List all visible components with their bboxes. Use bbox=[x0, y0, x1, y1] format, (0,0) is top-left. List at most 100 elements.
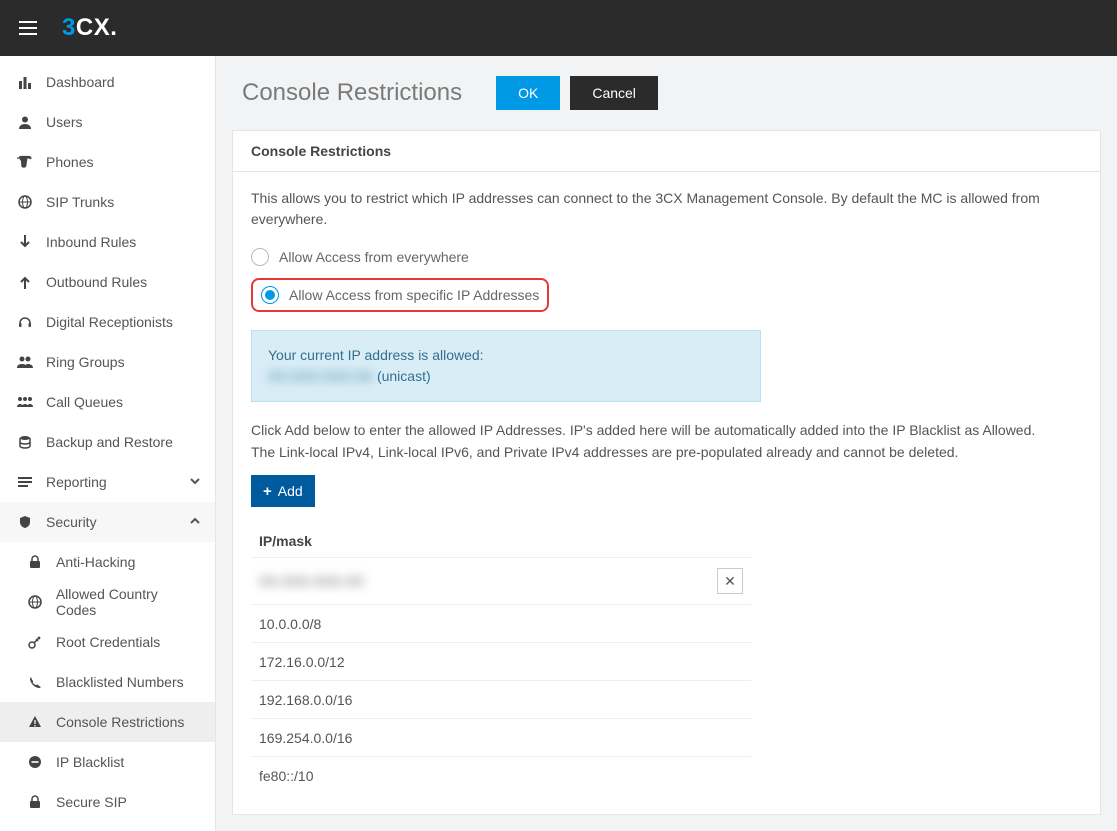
ip-row[interactable]: 169.254.0.0/16 bbox=[251, 718, 751, 756]
current-ip-masked: XX.XXX.XXX.XX bbox=[268, 366, 373, 387]
queue-icon bbox=[14, 395, 36, 409]
sidebar-subitem-secure-sip[interactable]: Secure SIP bbox=[0, 782, 215, 822]
key-icon bbox=[24, 635, 46, 649]
page-title: Console Restrictions bbox=[242, 79, 462, 107]
sidebar-item-sip-trunks[interactable]: SIP Trunks bbox=[0, 182, 215, 222]
sidebar-item-ring-groups[interactable]: Ring Groups bbox=[0, 342, 215, 382]
ip-value: XX.XXX.XXX.XX bbox=[259, 573, 364, 589]
warning-icon bbox=[24, 715, 46, 729]
sidebar-item-label: Call Queues bbox=[46, 394, 123, 410]
sidebar-item-label: Secure SIP bbox=[56, 794, 127, 810]
radio-allow-everywhere[interactable]: Allow Access from everywhere bbox=[251, 248, 1082, 266]
sidebar-item-label: Outbound Rules bbox=[46, 274, 147, 290]
sidebar-subitem-console-restrictions[interactable]: Console Restrictions bbox=[0, 702, 215, 742]
radio-allow-specific[interactable]: Allow Access from specific IP Addresses bbox=[261, 286, 539, 304]
current-ip-info: Your current IP address is allowed: XX.X… bbox=[251, 330, 761, 402]
radio-label: Allow Access from everywhere bbox=[279, 249, 469, 265]
sidebar-item-label: Console Restrictions bbox=[56, 714, 184, 730]
minus-circle-icon bbox=[24, 755, 46, 769]
list-icon bbox=[14, 475, 36, 489]
panel-header: Console Restrictions bbox=[233, 131, 1100, 172]
console-restrictions-panel: Console Restrictions This allows you to … bbox=[232, 130, 1101, 815]
plus-icon: + bbox=[263, 483, 272, 500]
sidebar-item-reporting[interactable]: Reporting bbox=[0, 462, 215, 502]
ok-button[interactable]: OK bbox=[496, 76, 560, 110]
database-icon bbox=[14, 435, 36, 449]
sidebar-subitem-allowed-country-codes[interactable]: Allowed Country Codes bbox=[0, 582, 215, 622]
instructions: Click Add below to enter the allowed IP … bbox=[251, 420, 1082, 463]
arrow-down-icon bbox=[14, 235, 36, 249]
radio-icon bbox=[251, 248, 269, 266]
shield-icon bbox=[14, 515, 36, 529]
sidebar-item-label: Ring Groups bbox=[46, 354, 125, 370]
page-header: Console Restrictions OK Cancel bbox=[216, 56, 1117, 130]
ip-row[interactable]: fe80::/10 bbox=[251, 756, 751, 794]
sidebar-item-label: Phones bbox=[46, 154, 93, 170]
sidebar-item-backup-and-restore[interactable]: Backup and Restore bbox=[0, 422, 215, 462]
add-ip-button[interactable]: + Add bbox=[251, 475, 315, 507]
ip-value: 172.16.0.0/12 bbox=[259, 654, 345, 670]
sidebar-item-digital-receptionists[interactable]: Digital Receptionists bbox=[0, 302, 215, 342]
info-line1: Your current IP address is allowed: bbox=[268, 345, 744, 366]
sidebar-item-label: Root Credentials bbox=[56, 634, 160, 650]
instructions-line-1: Click Add below to enter the allowed IP … bbox=[251, 420, 1082, 442]
sidebar-item-label: SIP Trunks bbox=[46, 194, 114, 210]
ip-row[interactable]: 192.168.0.0/16 bbox=[251, 680, 751, 718]
add-button-label: Add bbox=[278, 483, 303, 499]
sidebar-item-inbound-rules[interactable]: Inbound Rules bbox=[0, 222, 215, 262]
sidebar-item-users[interactable]: Users bbox=[0, 102, 215, 142]
cancel-button[interactable]: Cancel bbox=[570, 76, 658, 110]
lock-icon bbox=[24, 555, 46, 569]
radio-icon bbox=[261, 286, 279, 304]
ip-row[interactable]: 10.0.0.0/8 bbox=[251, 604, 751, 642]
radio-label: Allow Access from specific IP Addresses bbox=[289, 287, 539, 303]
ip-value: 192.168.0.0/16 bbox=[259, 692, 352, 708]
user-icon bbox=[14, 115, 36, 129]
info-line2: XX.XXX.XXX.XX (unicast) bbox=[268, 366, 744, 387]
globe-icon bbox=[14, 195, 36, 209]
sidebar-item-phones[interactable]: Phones bbox=[0, 142, 215, 182]
sidebar-subitem-root-credentials[interactable]: Root Credentials bbox=[0, 622, 215, 662]
ip-table-header: IP/mask bbox=[251, 525, 751, 557]
menu-toggle-button[interactable] bbox=[8, 8, 48, 48]
panel-description: This allows you to restrict which IP add… bbox=[251, 188, 1082, 230]
sidebar-item-label: Backup and Restore bbox=[46, 434, 173, 450]
sidebar-nav: Dashboard Users Phones SIP Trunks Inbound Ru… bbox=[0, 56, 216, 831]
sidebar-item-label: IP Blacklist bbox=[56, 754, 124, 770]
main-content: Console Restrictions OK Cancel Console R… bbox=[216, 56, 1117, 831]
sidebar-item-label: Allowed Country Codes bbox=[56, 586, 201, 618]
phone-small-icon bbox=[24, 676, 46, 688]
ip-value: fe80::/10 bbox=[259, 768, 314, 784]
sidebar-subitem-anti-hacking[interactable]: Anti-Hacking bbox=[0, 542, 215, 582]
headset-icon bbox=[14, 315, 36, 329]
brand-logo: 3CX. bbox=[62, 0, 117, 56]
sidebar-item-label: Users bbox=[46, 114, 83, 130]
panel-body: This allows you to restrict which IP add… bbox=[233, 172, 1100, 814]
logo-3: 3 bbox=[62, 14, 76, 42]
chevron-up-icon bbox=[189, 514, 201, 530]
sidebar-subitem-ip-blacklist[interactable]: IP Blacklist bbox=[0, 742, 215, 782]
sidebar-subitem-blacklisted-numbers[interactable]: Blacklisted Numbers bbox=[0, 662, 215, 702]
ip-row[interactable]: 172.16.0.0/12 bbox=[251, 642, 751, 680]
users-icon bbox=[14, 355, 36, 369]
remove-ip-button[interactable]: ✕ bbox=[717, 568, 743, 594]
radio-allow-specific-highlighted: Allow Access from specific IP Addresses bbox=[251, 278, 549, 312]
info-suffix: (unicast) bbox=[373, 368, 431, 384]
instructions-line-2: The Link-local IPv4, Link-local IPv6, an… bbox=[251, 442, 1082, 464]
sidebar-item-label: Anti-Hacking bbox=[56, 554, 135, 570]
sidebar-item-security[interactable]: Security bbox=[0, 502, 215, 542]
ip-value: 10.0.0.0/8 bbox=[259, 616, 321, 632]
ip-value: 169.254.0.0/16 bbox=[259, 730, 352, 746]
top-bar: 3CX. bbox=[0, 0, 1117, 56]
sidebar-item-label: Dashboard bbox=[46, 74, 115, 90]
sidebar-item-outbound-rules[interactable]: Outbound Rules bbox=[0, 262, 215, 302]
sidebar-item-call-queues[interactable]: Call Queues bbox=[0, 382, 215, 422]
logo-cx: CX bbox=[76, 14, 110, 42]
sidebar-item-dashboard[interactable]: Dashboard bbox=[0, 62, 215, 102]
phone-icon bbox=[14, 155, 36, 169]
ip-row[interactable]: XX.XXX.XXX.XX ✕ bbox=[251, 557, 751, 604]
globe-icon bbox=[24, 595, 46, 609]
hamburger-icon bbox=[19, 21, 37, 35]
logo-dot: . bbox=[110, 14, 117, 42]
sidebar-item-label: Inbound Rules bbox=[46, 234, 136, 250]
